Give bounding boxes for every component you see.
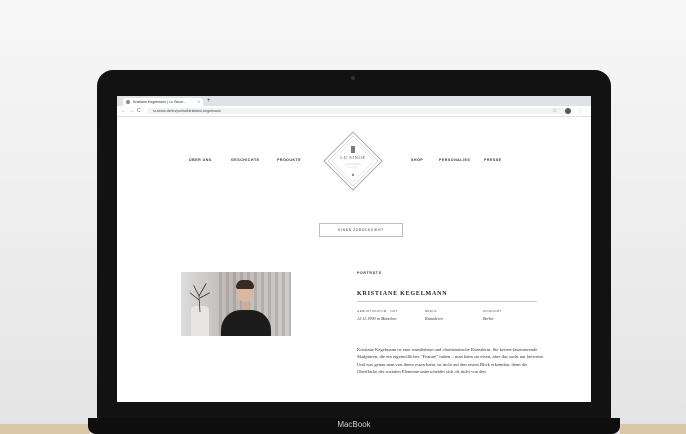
meta-label-residence: WOHNORT (483, 309, 502, 313)
browser-tab[interactable]: Kristiane Kegelmann | Lu Sinoe... × (123, 98, 203, 106)
cta-button[interactable]: EINEN ZURÜCKZIEHT (319, 223, 403, 237)
table-edge-right (620, 424, 686, 434)
favicon-icon (126, 100, 130, 104)
nav-item-ueber-uns[interactable]: ÜBER UNS (189, 158, 212, 162)
branch-shape (187, 280, 213, 312)
laptop-bezel: Kristiane Kegelmann | Lu Sinoe... × + ← … (97, 70, 611, 422)
bookmark-star-icon[interactable]: ☆ (553, 107, 557, 115)
profile-avatar-icon[interactable] (565, 108, 571, 114)
brand-label: MacBook (337, 420, 371, 429)
artist-portrait-image (181, 272, 291, 336)
browser-menu-icon[interactable]: ⋮ (578, 107, 583, 115)
logo-diamond-icon[interactable] (323, 131, 383, 191)
meta-value-birth: 12.11.1990 in München (357, 316, 397, 321)
back-arrow-icon[interactable]: ← (121, 107, 126, 115)
artist-bio: Kristiane Kegelmann ist eine wunderbare … (357, 346, 545, 375)
meta-value-residence: Berlin (483, 316, 494, 321)
nav-item-geschichte[interactable]: GESCHICHTE (231, 158, 260, 162)
browser-tab-strip: Kristiane Kegelmann | Lu Sinoe... × + (117, 96, 591, 106)
browser-toolbar: ← → C lu-sinoe.de/en/portrait/kristiane-… (117, 106, 591, 117)
tab-title: Kristiane Kegelmann | Lu Sinoe... (133, 100, 187, 104)
new-tab-button[interactable]: + (207, 97, 211, 105)
artist-name-heading: KRISTIANE KEGELMANN (357, 291, 448, 297)
logo-text: LU SINOE (340, 155, 366, 160)
close-tab-icon[interactable]: × (198, 98, 200, 106)
camera-icon (351, 76, 355, 80)
address-bar[interactable]: lu-sinoe.de/en/portrait/kristiane-kegelm… (147, 108, 567, 114)
nav-item-personalies[interactable]: PERSONALIES (439, 158, 470, 162)
table-edge-left (0, 424, 90, 434)
reload-icon[interactable]: C (137, 107, 141, 115)
section-label: PORTRÄTS (357, 271, 382, 275)
laptop-screen: Kristiane Kegelmann | Lu Sinoe... × + ← … (117, 96, 591, 402)
web-page: ÜBER UNS GESCHICHTE PRODUKTE LU SINOE SH… (117, 117, 591, 402)
forward-arrow-icon[interactable]: → (129, 107, 134, 115)
meta-label-birth: GEBURTSDATUM · ORT (357, 309, 399, 313)
person-torso (221, 310, 271, 336)
laptop-base: MacBook (88, 418, 620, 434)
nav-item-produkte[interactable]: PRODUKTE (277, 158, 301, 162)
person-hair (236, 280, 254, 289)
meta-value-profession: Künstlerin (425, 316, 443, 321)
divider (357, 301, 537, 302)
meta-label-profession: BERUF (425, 309, 438, 313)
nav-item-presse[interactable]: PRESSE (484, 158, 502, 162)
nav-item-shop[interactable]: SHOP (411, 158, 423, 162)
